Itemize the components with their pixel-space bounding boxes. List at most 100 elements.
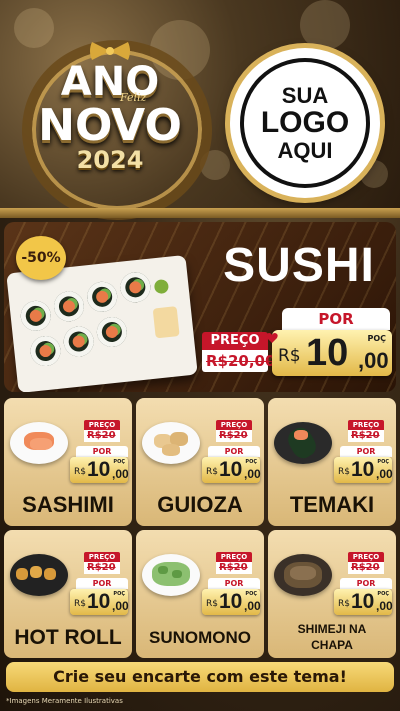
price-tag: R$ 10 ,00 POÇ — [70, 457, 129, 483]
preco-label: PREÇO — [202, 332, 268, 350]
featured-title: SUSHI — [223, 239, 375, 292]
old-price-box: R$20 — [216, 562, 252, 574]
old-price-box: R$20 — [348, 430, 384, 442]
headline-script: Feliz — [120, 91, 147, 104]
old-price: R$20 — [87, 562, 116, 573]
price-decimal: ,00 — [376, 467, 393, 481]
currency-symbol: R$ — [74, 599, 86, 609]
heart-icon — [266, 333, 278, 343]
currency-symbol: R$ — [206, 599, 218, 609]
shimeji-image — [274, 554, 332, 596]
price-integer: 10 — [219, 458, 243, 481]
gold-divider — [0, 208, 400, 218]
preco-label: PREÇO — [84, 552, 120, 562]
currency-symbol: R$ — [278, 346, 301, 366]
featured-product-sushi[interactable]: -50% SUSHI PREÇO R$20,00 POR R$ 10 ,00 P… — [4, 222, 396, 392]
product-card-sunomono[interactable]: PREÇO R$20 POR R$ 10 ,00 POÇ SUNOMONO — [136, 530, 264, 658]
headline-top: ANO — [60, 59, 160, 105]
temaki-image — [274, 422, 332, 464]
sushi-roll — [85, 280, 119, 314]
unit-label: POÇ — [245, 591, 257, 597]
por-label: POR — [208, 446, 260, 457]
old-price-box: R$20 — [84, 562, 120, 574]
price-integer: 10 — [351, 590, 375, 613]
wasabi-garnish — [153, 278, 170, 295]
cta-button[interactable]: Crie seu encarte com este tema! — [6, 662, 394, 692]
product-name: TEMAKI — [289, 492, 375, 517]
logo-ring — [240, 58, 370, 188]
price-decimal: ,00 — [376, 599, 393, 613]
unit-label: POÇ — [377, 591, 389, 597]
currency-symbol: R$ — [74, 467, 86, 477]
old-price-box: R$20,00 — [202, 350, 275, 372]
price-tag: R$ 10 ,00 POÇ — [272, 330, 392, 376]
headline-bottom: NOVO — [38, 100, 182, 151]
currency-symbol: R$ — [338, 467, 350, 477]
currency-symbol: R$ — [338, 599, 350, 609]
por-label: POR — [76, 578, 128, 589]
product-card-hot-roll[interactable]: PREÇO R$20 POR R$ 10 ,00 POÇ HOT ROLL — [4, 530, 132, 658]
old-price-box: R$20 — [216, 430, 252, 442]
preco-label: PREÇO — [216, 420, 252, 430]
preco-label: PREÇO — [84, 420, 120, 430]
price-integer: 10 — [351, 458, 375, 481]
por-label: POR — [208, 578, 260, 589]
headline-year: 2024 — [76, 146, 144, 174]
sushi-roll — [95, 315, 129, 349]
guioza-image — [142, 422, 200, 464]
old-price: R$20 — [351, 562, 380, 573]
price-tag: R$ 10 ,00 POÇ — [70, 589, 129, 615]
por-label: POR — [340, 446, 392, 457]
product-name: SUNOMONO — [149, 628, 251, 647]
product-name: SASHIMI — [22, 492, 114, 517]
sushi-roll — [19, 299, 53, 333]
old-price-box: R$20 — [84, 430, 120, 442]
old-price: R$20 — [87, 430, 116, 441]
sushi-roll — [52, 289, 86, 323]
discount-badge: -50% — [16, 236, 66, 280]
unit-label: POÇ — [245, 459, 257, 465]
product-name: HOT ROLL — [14, 626, 122, 649]
price-integer: 10 — [87, 458, 111, 481]
preco-label: PREÇO — [348, 420, 384, 430]
disclaimer-text: *Imagens Meramente Ilustrativas — [6, 697, 123, 705]
product-card-guioza[interactable]: PREÇO R$20 POR R$ 10 ,00 POÇ GUIOZA — [136, 398, 264, 526]
por-label: POR — [340, 578, 392, 589]
hot-roll-image — [10, 554, 68, 596]
bokeh-light — [14, 8, 54, 48]
flyer-page: ANO Feliz NOVO 2024 SUA LOGO AQUI -50% S… — [0, 0, 400, 711]
product-card-shimeji[interactable]: PREÇO R$20 POR R$ 10 ,00 POÇ SHIMEJI NA … — [268, 530, 396, 658]
unit-label: POÇ — [113, 459, 125, 465]
price-tag: R$ 10 ,00 POÇ — [202, 589, 261, 615]
unit-label: POÇ — [113, 591, 125, 597]
sushi-roll — [29, 334, 63, 368]
bokeh-light — [300, 0, 350, 50]
price-integer: 10 — [87, 590, 111, 613]
old-price: R$20 — [351, 430, 380, 441]
old-price: R$20 — [219, 430, 248, 441]
sunomono-image — [142, 554, 200, 596]
price-tag: R$ 10 ,00 POÇ — [334, 589, 393, 615]
price-decimal: ,00 — [244, 599, 261, 613]
new-year-headline: ANO Feliz NOVO 2024 — [20, 62, 200, 172]
product-card-temaki[interactable]: PREÇO R$20 POR R$ 10 ,00 POÇ TEMAKI — [268, 398, 396, 526]
ginger-garnish — [152, 306, 180, 339]
product-card-sashimi[interactable]: PREÇO R$20 POR R$ 10 ,00 POÇ SASHIMI — [4, 398, 132, 526]
currency-symbol: R$ — [206, 467, 218, 477]
price-integer: 10 — [219, 590, 243, 613]
sushi-roll — [62, 325, 96, 359]
sushi-roll — [118, 270, 152, 304]
por-label: POR — [76, 446, 128, 457]
product-name: GUIOZA — [157, 492, 243, 517]
product-name: SHIMEJI NA CHAPA — [297, 622, 367, 652]
price-tag: R$ 10 ,00 POÇ — [202, 457, 261, 483]
unit-label: POÇ — [367, 334, 386, 343]
price-tag: R$ 10 ,00 POÇ — [334, 457, 393, 483]
old-price-box: R$20 — [348, 562, 384, 574]
price-integer: 10 — [306, 332, 349, 374]
price-decimal: ,00 — [244, 467, 261, 481]
logo-placeholder[interactable]: SUA LOGO AQUI — [230, 48, 380, 198]
price-decimal: ,00 — [112, 467, 129, 481]
unit-label: POÇ — [377, 459, 389, 465]
por-label: POR — [282, 308, 390, 330]
